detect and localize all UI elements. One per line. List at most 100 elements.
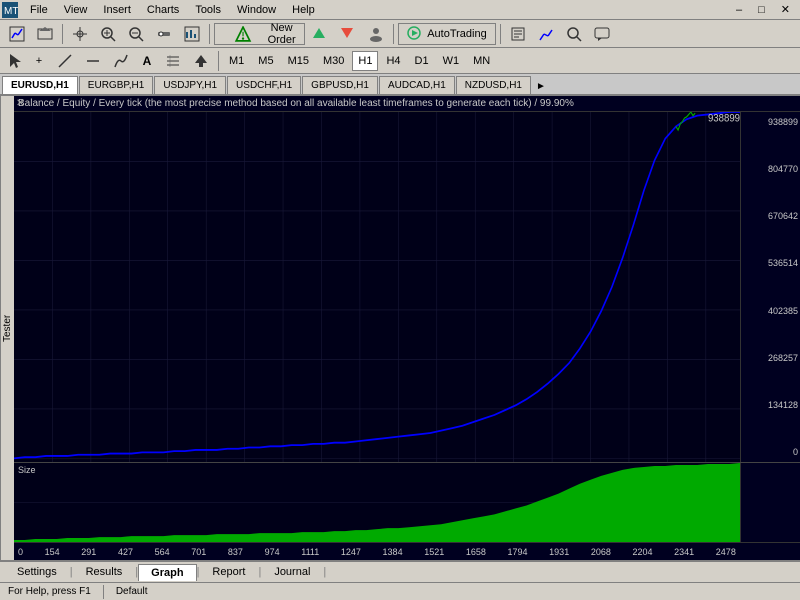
statusbar: For Help, press F1 Default <box>0 582 800 600</box>
menu-window[interactable]: Window <box>229 2 284 18</box>
toolbar-btn-2[interactable] <box>32 23 58 45</box>
tab-usdjpy-h1[interactable]: USDJPY,H1 <box>154 76 226 94</box>
size-canvas[interactable]: Size <box>14 463 740 542</box>
cursor-btn[interactable] <box>4 50 26 72</box>
menu-file[interactable]: File <box>22 2 56 18</box>
tf-d1[interactable]: D1 <box>409 51 435 71</box>
search-btn[interactable] <box>561 23 587 45</box>
indicators-btn[interactable] <box>533 23 559 45</box>
tab-scroll-right[interactable]: ► <box>532 79 550 94</box>
y-label-5: 268257 <box>743 353 798 363</box>
tf-h4[interactable]: H4 <box>380 51 406 71</box>
tab-results[interactable]: Results <box>73 563 136 581</box>
zoom-out-btn[interactable] <box>123 23 149 45</box>
hline-btn[interactable] <box>80 50 106 72</box>
balance-y-axis: 938899 804770 670642 536514 402385 26825… <box>740 112 800 462</box>
default-text: Default <box>112 586 152 597</box>
main-toolbar: New Order AutoTrading <box>0 20 800 48</box>
new-order-btn[interactable]: New Order <box>214 23 305 45</box>
text-tool-btn[interactable]: A <box>136 50 158 72</box>
tab-journal[interactable]: Journal <box>261 563 323 581</box>
tf-m30[interactable]: M30 <box>317 51 350 71</box>
y-label-0: 938899 <box>743 117 798 127</box>
menubar: MT File View Insert Charts Tools Window … <box>0 0 800 20</box>
fibonacci-btn[interactable] <box>160 50 186 72</box>
chat-btn[interactable] <box>589 23 615 45</box>
minimize-btn[interactable]: – <box>728 2 750 18</box>
size-y-axis <box>740 463 800 542</box>
tab-settings[interactable]: Settings <box>4 563 70 581</box>
x-label-17: 2341 <box>674 547 694 557</box>
chart-btn[interactable] <box>179 23 205 45</box>
x-label-2: 291 <box>81 547 96 557</box>
tab-usdchf-h1[interactable]: USDCHF,H1 <box>227 76 301 94</box>
tf-w1[interactable]: W1 <box>437 51 466 71</box>
x-label-1: 154 <box>45 547 60 557</box>
x-label-8: 1111 <box>301 547 319 557</box>
menu-insert[interactable]: Insert <box>95 2 139 18</box>
x-label-12: 1658 <box>466 547 486 557</box>
y-label-7: 0 <box>743 447 798 457</box>
sell-btn[interactable] <box>335 23 361 45</box>
x-axis-spacer <box>740 543 800 560</box>
chart-title: Balance / Equity / Every tick (the most … <box>14 96 800 112</box>
tf-mn[interactable]: MN <box>467 51 496 71</box>
y-label-3: 536514 <box>743 258 798 268</box>
autotrading-btn[interactable]: AutoTrading <box>398 23 496 45</box>
tab-eurusd-h1[interactable]: EURUSD,H1 <box>2 76 78 94</box>
tab-graph[interactable]: Graph <box>138 564 196 581</box>
menu-tools[interactable]: Tools <box>187 2 229 18</box>
tf-m15[interactable]: M15 <box>282 51 315 71</box>
chart-title-text: Balance / Equity / Every tick (the most … <box>18 98 574 109</box>
menu-help[interactable]: Help <box>284 2 323 18</box>
sep4 <box>500 24 501 44</box>
zoom-in-btn[interactable] <box>95 23 121 45</box>
menu-charts[interactable]: Charts <box>139 2 187 18</box>
y-label-4: 402385 <box>743 306 798 316</box>
x-label-16: 2204 <box>632 547 652 557</box>
x-label-4: 564 <box>155 547 170 557</box>
balance-chart-canvas[interactable]: 938899 <box>14 112 740 462</box>
size-chart-svg <box>14 463 740 542</box>
chart-tabs: EURUSD,H1 EURGBP,H1 USDJPY,H1 USDCHF,H1 … <box>0 74 800 96</box>
tab-gbpusd-h1[interactable]: GBPUSD,H1 <box>302 76 378 94</box>
x-label-13: 1794 <box>508 547 528 557</box>
experts-btn[interactable] <box>505 23 531 45</box>
new-order-label: New Order <box>267 22 296 46</box>
tf-m5[interactable]: M5 <box>252 51 279 71</box>
properties-btn[interactable] <box>151 23 177 45</box>
tab-sep-5: | <box>323 566 326 578</box>
arrow-btn[interactable] <box>188 50 214 72</box>
tab-eurgbp-h1[interactable]: EURGBP,H1 <box>79 76 154 94</box>
sep2 <box>209 24 210 44</box>
crosshair2-btn[interactable]: + <box>28 50 50 72</box>
menu-view[interactable]: View <box>56 2 96 18</box>
chart-close-btn[interactable]: ✕ <box>16 98 24 109</box>
x-label-9: 1247 <box>341 547 361 557</box>
crosshair-btn[interactable] <box>67 23 93 45</box>
line-btn[interactable] <box>52 50 78 72</box>
draw-btn[interactable] <box>108 50 134 72</box>
x-label-6: 837 <box>228 547 243 557</box>
tab-nzdusd-h1[interactable]: NZDUSD,H1 <box>456 76 531 94</box>
svg-text:938899: 938899 <box>708 113 740 125</box>
buy-btn[interactable] <box>307 23 333 45</box>
account-btn[interactable] <box>363 23 389 45</box>
tf-h1[interactable]: H1 <box>352 51 378 71</box>
balance-chart-svg: 938899 <box>14 112 740 462</box>
x-label-3: 427 <box>118 547 133 557</box>
tab-audcad-h1[interactable]: AUDCAD,H1 <box>379 76 455 94</box>
close-btn[interactable]: ✕ <box>773 1 798 18</box>
x-axis: 0 154 291 427 564 701 837 974 1111 1247 … <box>14 542 800 560</box>
bottom-tabs: Settings | Results | Graph | Report | Jo… <box>0 560 800 582</box>
y-label-1: 804770 <box>743 164 798 174</box>
tf-m1[interactable]: M1 <box>223 51 250 71</box>
new-chart-btn[interactable] <box>4 23 30 45</box>
x-label-5: 701 <box>191 547 206 557</box>
restore-btn[interactable]: □ <box>750 2 773 18</box>
x-label-10: 1384 <box>383 547 403 557</box>
tab-report[interactable]: Report <box>199 563 258 581</box>
sep3 <box>393 24 394 44</box>
x-label-0: 0 <box>18 547 23 557</box>
svg-text:MT: MT <box>4 6 18 17</box>
